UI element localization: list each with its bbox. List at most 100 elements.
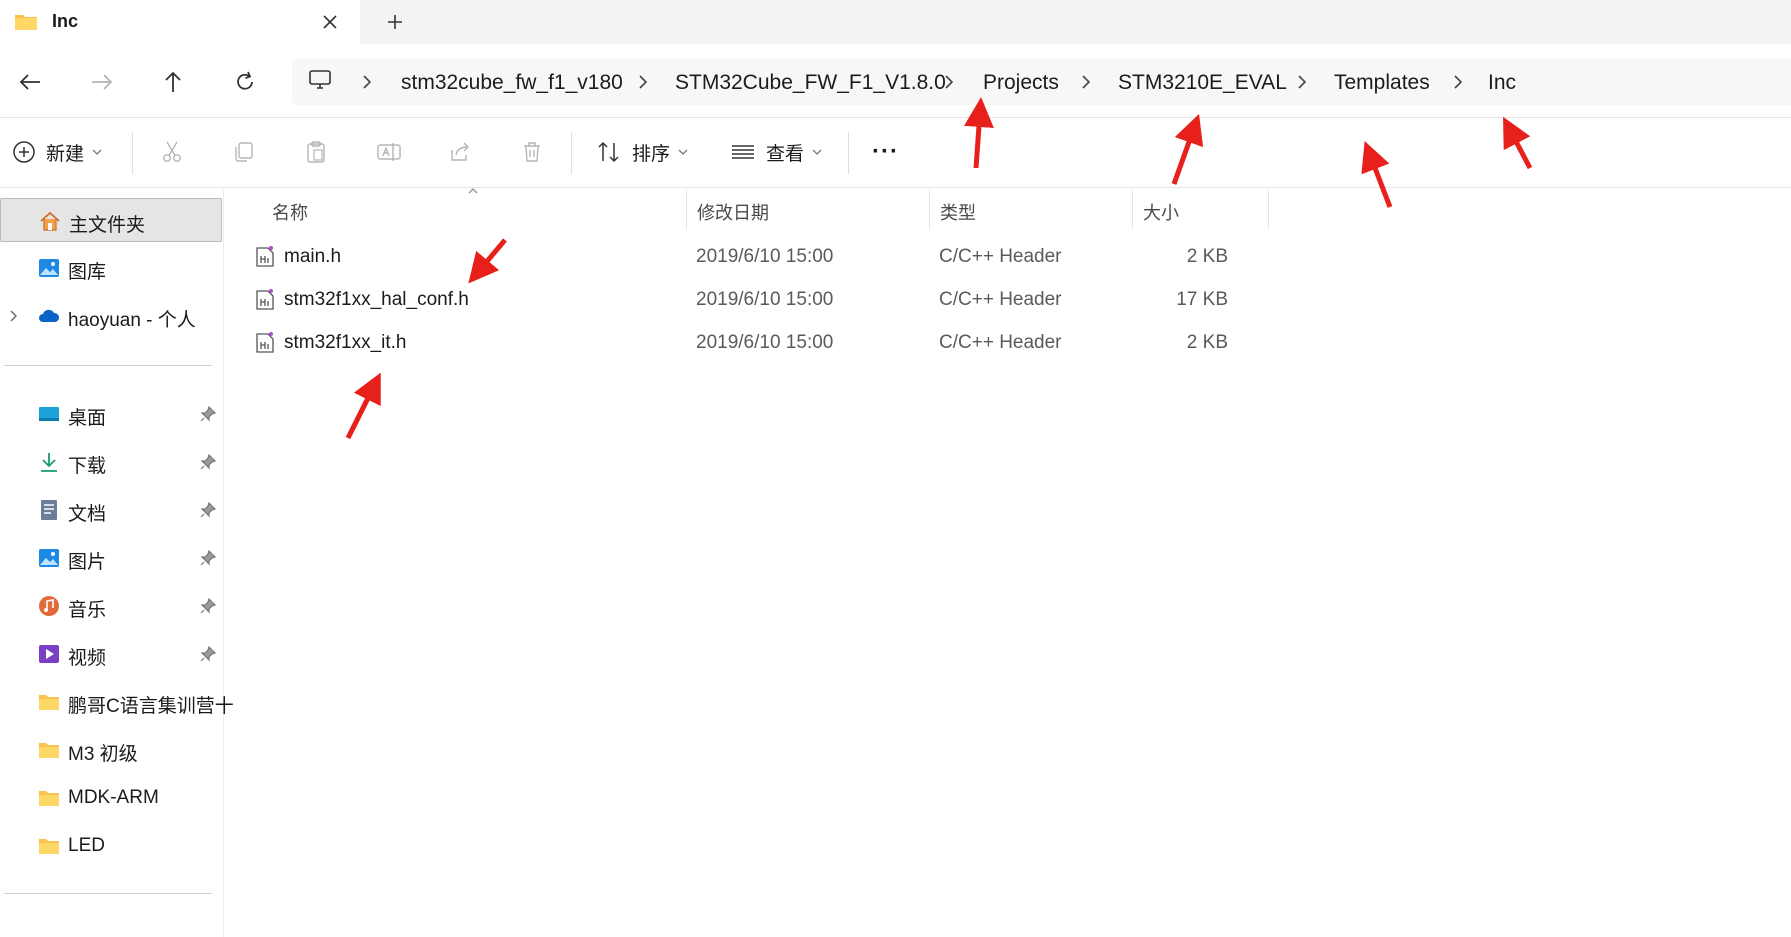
chevron-right-icon[interactable] bbox=[1079, 73, 1093, 91]
sidebar-item-label: LED bbox=[68, 835, 105, 856]
sidebar-item-documents[interactable]: 文档 bbox=[0, 488, 222, 532]
column-header-date[interactable]: 修改日期 bbox=[687, 189, 930, 229]
sidebar-item-pictures[interactable]: 图片 bbox=[0, 536, 222, 580]
pin-icon[interactable] bbox=[200, 598, 216, 614]
share-button[interactable] bbox=[448, 130, 472, 174]
sidebar-item-music[interactable]: 音乐 bbox=[0, 584, 222, 628]
file-row[interactable]: main.h 2019/6/10 15:00 C/C++ Header 2 KB bbox=[255, 237, 1355, 277]
header-file-icon bbox=[256, 332, 274, 353]
file-type: C/C++ Header bbox=[939, 289, 1062, 310]
delete-button[interactable] bbox=[520, 130, 544, 174]
chevron-right-icon[interactable] bbox=[1451, 73, 1465, 91]
breadcrumb-item[interactable]: STM32Cube_FW_F1_V1.8.0 bbox=[675, 71, 946, 95]
up-button[interactable] bbox=[153, 62, 193, 102]
column-header-label: 大小 bbox=[1143, 203, 1179, 223]
pin-icon[interactable] bbox=[200, 550, 216, 566]
view-label: 查看 bbox=[766, 143, 805, 165]
sidebar-item-home[interactable]: 主文件夹 bbox=[0, 198, 222, 242]
chevron-down-icon bbox=[812, 149, 822, 155]
sidebar-item-label: 下载 bbox=[68, 456, 107, 477]
column-header-type[interactable]: 类型 bbox=[930, 189, 1133, 229]
file-name: main.h bbox=[284, 246, 342, 267]
plus-circle-icon bbox=[13, 141, 35, 163]
pictures-icon bbox=[39, 549, 59, 567]
navigation-bar: stm32cube_fw_f1_v180 STM32Cube_FW_F1_V1.… bbox=[0, 44, 1791, 118]
divider bbox=[848, 132, 849, 174]
tab-inc[interactable]: Inc bbox=[0, 0, 360, 44]
arrow-right-icon bbox=[92, 74, 113, 90]
more-icon: ··· bbox=[872, 138, 899, 165]
refresh-icon bbox=[237, 71, 253, 90]
sort-ascending-icon bbox=[468, 188, 478, 194]
file-size: 2 KB bbox=[1186, 332, 1228, 353]
share-icon bbox=[451, 142, 469, 161]
sidebar-item-folder[interactable]: LED bbox=[0, 824, 222, 868]
copy-button[interactable] bbox=[232, 130, 256, 174]
file-size: 2 KB bbox=[1186, 246, 1228, 267]
more-options-button[interactable]: ··· bbox=[872, 130, 899, 174]
breadcrumb-item[interactable]: STM3210E_EVAL bbox=[1118, 71, 1287, 95]
sidebar-item-folder[interactable]: MDK-ARM bbox=[0, 776, 222, 820]
forward-button[interactable] bbox=[82, 62, 122, 102]
sidebar-item-videos[interactable]: 视频 bbox=[0, 632, 222, 676]
back-button[interactable] bbox=[10, 62, 50, 102]
navigation-pane: 主文件夹 图库 haoyuan - 个人 桌面 下载 文档 图片 音乐 视频 鹏… bbox=[0, 189, 234, 937]
sidebar-item-downloads[interactable]: 下载 bbox=[0, 440, 222, 484]
address-bar[interactable]: stm32cube_fw_f1_v180 STM32Cube_FW_F1_V1.… bbox=[292, 59, 1791, 105]
header-file-icon bbox=[256, 289, 274, 310]
file-size: 17 KB bbox=[1176, 289, 1228, 310]
chevron-right-icon[interactable] bbox=[942, 73, 956, 91]
breadcrumb-item[interactable]: Projects bbox=[983, 71, 1059, 95]
refresh-button[interactable] bbox=[225, 62, 265, 102]
chevron-right-icon[interactable] bbox=[1295, 73, 1309, 91]
divider bbox=[4, 893, 212, 894]
breadcrumb-item[interactable]: Inc bbox=[1488, 71, 1516, 95]
sidebar-item-label: MDK-ARM bbox=[68, 787, 159, 808]
pin-icon[interactable] bbox=[200, 454, 216, 470]
sort-label: 排序 bbox=[632, 143, 671, 165]
rename-button[interactable] bbox=[376, 130, 402, 174]
folder-icon bbox=[15, 15, 37, 30]
divider bbox=[132, 132, 133, 174]
chevron-right-icon[interactable] bbox=[636, 73, 650, 91]
pin-icon[interactable] bbox=[200, 406, 216, 422]
sidebar-item-gallery[interactable]: 图库 bbox=[0, 246, 222, 290]
close-tab-button[interactable] bbox=[316, 8, 344, 36]
breadcrumb-item[interactable]: Templates bbox=[1334, 71, 1430, 95]
new-tab-button[interactable] bbox=[380, 8, 410, 36]
file-row[interactable]: stm32f1xx_it.h 2019/6/10 15:00 C/C++ Hea… bbox=[255, 323, 1355, 363]
document-icon bbox=[41, 500, 57, 520]
chevron-right-icon[interactable] bbox=[9, 309, 19, 323]
pin-icon[interactable] bbox=[200, 646, 216, 662]
scissors-icon bbox=[163, 141, 181, 162]
column-header-size[interactable]: 大小 bbox=[1133, 189, 1269, 229]
paste-button[interactable] bbox=[304, 130, 328, 174]
column-header-label: 类型 bbox=[940, 203, 976, 223]
folder-icon bbox=[39, 695, 59, 710]
view-button[interactable]: 查看 bbox=[730, 130, 824, 174]
file-name: stm32f1xx_hal_conf.h bbox=[284, 289, 469, 310]
sort-button[interactable]: 排序 bbox=[596, 130, 690, 174]
close-icon bbox=[323, 15, 337, 29]
file-date: 2019/6/10 15:00 bbox=[696, 246, 834, 267]
cloud-icon bbox=[39, 309, 60, 322]
pin-icon[interactable] bbox=[200, 502, 216, 518]
breadcrumb-item[interactable]: stm32cube_fw_f1_v180 bbox=[401, 71, 623, 95]
music-icon bbox=[39, 596, 59, 616]
file-list: 名称 修改日期 类型 大小 main.h 2019/6/10 15:00 C/C… bbox=[225, 188, 1791, 937]
sort-icon bbox=[598, 141, 619, 163]
computer-icon[interactable] bbox=[308, 69, 332, 91]
sidebar-item-folder[interactable]: 鹏哥C语言集训营十 bbox=[0, 680, 234, 724]
chevron-right-icon[interactable] bbox=[360, 73, 374, 91]
sidebar-item-folder[interactable]: M3 初级 bbox=[0, 728, 222, 772]
folder-icon bbox=[39, 743, 59, 758]
column-header-name[interactable]: 名称 bbox=[225, 188, 687, 229]
sidebar-item-desktop[interactable]: 桌面 bbox=[0, 392, 222, 436]
sidebar-item-onedrive[interactable]: haoyuan - 个人 bbox=[0, 294, 222, 338]
file-row[interactable]: stm32f1xx_hal_conf.h 2019/6/10 15:00 C/C… bbox=[255, 280, 1355, 320]
new-button[interactable]: 新建 bbox=[12, 130, 104, 174]
sidebar-item-label: haoyuan - 个人 bbox=[68, 310, 196, 331]
cut-button[interactable] bbox=[160, 130, 184, 174]
plus-icon bbox=[388, 15, 402, 29]
sidebar-item-label: 主文件夹 bbox=[69, 215, 146, 236]
